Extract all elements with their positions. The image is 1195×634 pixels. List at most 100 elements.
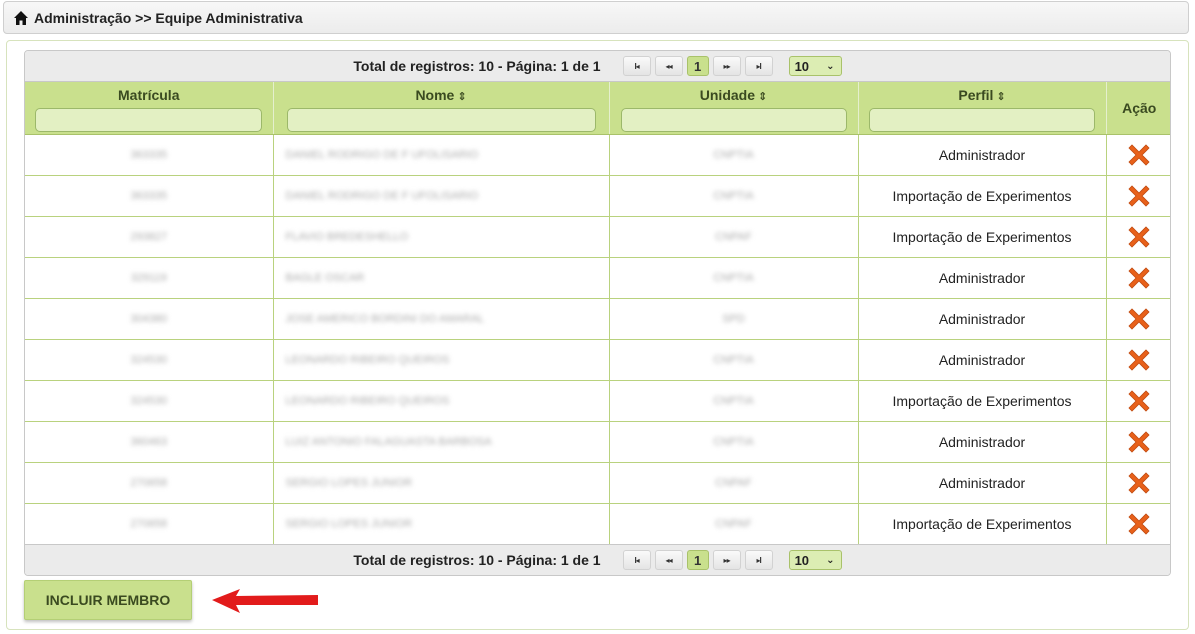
cell-matricula: 363335 xyxy=(25,175,274,217)
cell-acao xyxy=(1106,298,1170,340)
cell-matricula: 329119 xyxy=(25,257,274,299)
rows-per-page-value: 10 xyxy=(794,552,810,568)
pager-next-button[interactable]: ▸▸ xyxy=(712,550,741,570)
content-panel: Total de registros: 10 - Página: 1 de 1 … xyxy=(6,40,1189,630)
cell-nome: LEONARDO RIBEIRO QUEIROS xyxy=(273,380,610,422)
filter-nome-input[interactable] xyxy=(286,108,596,132)
cell-unidade: CNPAF xyxy=(609,462,859,504)
table-row: 360463 LUIZ ANTONIO FALAGUASTA BARBOSA CNP… xyxy=(25,421,1170,463)
cell-unidade: SPD xyxy=(609,298,859,340)
table-body: 363335 DANIEL RODRIGO DE F UFOLISARIO CNPT… xyxy=(25,134,1170,545)
cell-perfil: Administrador xyxy=(858,462,1107,504)
delete-icon[interactable] xyxy=(1124,222,1154,252)
add-member-button[interactable]: INCLUIR MEMBRO xyxy=(24,580,192,620)
cell-matricula: 324530 xyxy=(25,339,274,381)
table-row: 324530 LEONARDO RIBEIRO QUEIROS CNPTIA Admi… xyxy=(25,339,1170,381)
table-row: 324530 LEONARDO RIBEIRO QUEIROS CNPTIA Impo… xyxy=(25,380,1170,422)
cell-nome: DANIEL RODRIGO DE F UFOLISARIO xyxy=(273,134,610,176)
column-header-acao: Ação xyxy=(1106,82,1170,135)
table-header-row: Matrícula Nome ⇕ Unidade ⇕ Perfil ⇕ Ação xyxy=(25,82,1170,135)
pager-total: Total de registros: 10 - Página: 1 de 1 xyxy=(353,58,601,74)
pager-next-button[interactable]: ▸▸ xyxy=(712,56,741,76)
sort-icon: ⇕ xyxy=(457,91,467,103)
cell-perfil: Administrador xyxy=(858,421,1107,463)
cell-unidade: CNPTIA xyxy=(609,380,859,422)
pager-first-button[interactable]: I◂ xyxy=(622,56,651,76)
cell-acao xyxy=(1106,462,1170,504)
filter-perfil-input[interactable] xyxy=(869,108,1095,132)
pager-prev-button[interactable]: ◂◂ xyxy=(654,56,683,76)
pager-last-button[interactable]: ▸I xyxy=(744,56,773,76)
cell-perfil: Importação de Experimentos xyxy=(858,175,1107,217)
cell-perfil: Administrador xyxy=(858,339,1107,381)
cell-nome: BAGLE OSCAR xyxy=(273,257,610,299)
cell-acao xyxy=(1106,216,1170,258)
pager-bottom: Total de registros: 10 - Página: 1 de 1 … xyxy=(25,544,1170,575)
cell-acao xyxy=(1106,175,1170,217)
cell-matricula: 363335 xyxy=(25,134,274,176)
rows-per-page-value: 10 xyxy=(794,58,810,74)
cell-nome: FLAVIO BREDESHELLO xyxy=(273,216,610,258)
red-arrow-annotation xyxy=(212,589,318,613)
cell-acao xyxy=(1106,134,1170,176)
sort-icon: ⇕ xyxy=(758,91,768,103)
pager-current-page[interactable]: 1 xyxy=(686,56,709,76)
pager-top: Total de registros: 10 - Página: 1 de 1 … xyxy=(25,51,1170,82)
cell-unidade: CNPTIA xyxy=(609,339,859,381)
cell-unidade: CNPAF xyxy=(609,216,859,258)
chevron-down-icon: ⌄ xyxy=(826,554,835,566)
breadcrumb-text: Administração >> Equipe Administrativa xyxy=(34,9,303,26)
pager-last-button[interactable]: ▸I xyxy=(744,550,773,570)
table-row: 304380 JOSE AMERICO BORDINI DO AMARAL SPD A… xyxy=(25,298,1170,340)
pager-first-button[interactable]: I◂ xyxy=(622,550,651,570)
members-grid: Total de registros: 10 - Página: 1 de 1 … xyxy=(24,50,1171,576)
filter-unidade-input[interactable] xyxy=(620,108,847,132)
chevron-down-icon: ⌄ xyxy=(826,60,835,72)
cell-acao xyxy=(1106,503,1170,545)
home-icon[interactable] xyxy=(13,10,29,26)
table-row: 270658 SERGIO LOPES JUNIOR CNPAF Importação… xyxy=(25,503,1170,545)
cell-nome: LUIZ ANTONIO FALAGUASTA BARBOSA xyxy=(273,421,610,463)
table-row: 270658 SERGIO LOPES JUNIOR CNPAF Administra… xyxy=(25,462,1170,504)
delete-icon[interactable] xyxy=(1124,468,1154,498)
cell-matricula: 324530 xyxy=(25,380,274,422)
cell-unidade: CNPAF xyxy=(609,503,859,545)
cell-perfil: Administrador xyxy=(858,257,1107,299)
delete-icon[interactable] xyxy=(1124,304,1154,334)
column-header-unidade[interactable]: Unidade ⇕ xyxy=(609,82,859,135)
rows-per-page-select[interactable]: 10 ⌄ xyxy=(788,56,842,76)
cell-nome: LEONARDO RIBEIRO QUEIROS xyxy=(273,339,610,381)
table-row: 363335 DANIEL RODRIGO DE F UFOLISARIO CNPT… xyxy=(25,175,1170,217)
breadcrumb: Administração >> Equipe Administrativa xyxy=(3,1,1189,34)
delete-icon[interactable] xyxy=(1124,386,1154,416)
cell-nome: SERGIO LOPES JUNIOR xyxy=(273,503,610,545)
column-header-nome[interactable]: Nome ⇕ xyxy=(273,82,610,135)
cell-unidade: CNPTIA xyxy=(609,257,859,299)
cell-matricula: 293827 xyxy=(25,216,274,258)
cell-unidade: CNPTIA xyxy=(609,421,859,463)
cell-perfil: Importação de Experimentos xyxy=(858,503,1107,545)
cell-matricula: 360463 xyxy=(25,421,274,463)
column-header-perfil[interactable]: Perfil ⇕ xyxy=(858,82,1107,135)
table-row: 293827 FLAVIO BREDESHELLO CNPAF Importação … xyxy=(25,216,1170,258)
filter-matricula-input[interactable] xyxy=(35,108,263,132)
delete-icon[interactable] xyxy=(1124,263,1154,293)
pager-prev-button[interactable]: ◂◂ xyxy=(654,550,683,570)
table-row: 363335 DANIEL RODRIGO DE F UFOLISARIO CNPT… xyxy=(25,134,1170,176)
cell-nome: JOSE AMERICO BORDINI DO AMARAL xyxy=(273,298,610,340)
column-header-matricula[interactable]: Matrícula xyxy=(25,82,274,135)
cell-nome: DANIEL RODRIGO DE F UFOLISARIO xyxy=(273,175,610,217)
delete-icon[interactable] xyxy=(1124,509,1154,539)
delete-icon[interactable] xyxy=(1124,427,1154,457)
cell-acao xyxy=(1106,380,1170,422)
rows-per-page-select[interactable]: 10 ⌄ xyxy=(788,550,842,570)
delete-icon[interactable] xyxy=(1124,140,1154,170)
cell-acao xyxy=(1106,257,1170,299)
delete-icon[interactable] xyxy=(1124,345,1154,375)
pager-current-page[interactable]: 1 xyxy=(686,550,709,570)
cell-matricula: 304380 xyxy=(25,298,274,340)
cell-matricula: 270658 xyxy=(25,462,274,504)
delete-icon[interactable] xyxy=(1124,181,1154,211)
cell-perfil: Administrador xyxy=(858,134,1107,176)
sort-icon: ⇕ xyxy=(996,91,1006,103)
